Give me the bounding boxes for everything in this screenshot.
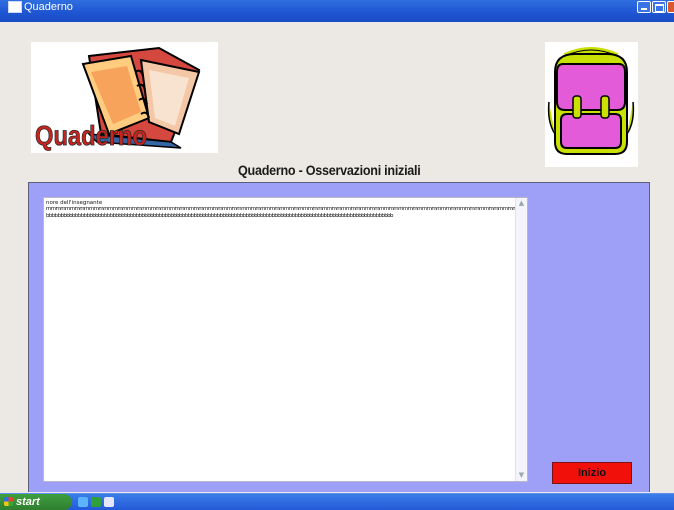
text-line: mmmmmmmmmmmmmmmmmmmmmmmmmmmmmmmmmmmmmmmm…: [46, 206, 527, 212]
vertical-scrollbar[interactable]: ▲ ▼: [515, 198, 527, 481]
close-button[interactable]: [667, 1, 674, 13]
notebook-clipart-icon: Quaderno: [35, 46, 201, 151]
windows-logo-icon: [4, 497, 13, 506]
quaderno-logo: Quaderno: [31, 42, 218, 153]
show-desktop-icon[interactable]: [104, 497, 114, 507]
scroll-down-icon[interactable]: ▼: [517, 471, 526, 480]
school-backpack-clipart-icon: [547, 47, 635, 155]
app-icon: [8, 1, 22, 13]
text-line: bbbbbbbbbbbbbbbbbbbbbbbbbbbbbbbbbbbbbbbb…: [46, 213, 394, 219]
backpack-logo: [545, 42, 638, 167]
start-label: start: [16, 496, 40, 508]
start-button[interactable]: start: [0, 494, 72, 510]
title-bar[interactable]: Quaderno: [0, 0, 674, 22]
page-title: Quaderno - Osservazioni iniziali: [238, 162, 421, 178]
minimize-button[interactable]: [637, 1, 651, 13]
logo-caption: Quaderno: [35, 120, 147, 151]
scroll-up-icon[interactable]: ▲: [517, 199, 526, 208]
media-player-icon[interactable]: [91, 497, 101, 507]
taskbar: start: [0, 493, 674, 510]
maximize-button[interactable]: [652, 1, 666, 13]
internet-explorer-icon[interactable]: [78, 497, 88, 507]
inizio-button[interactable]: Inizio: [552, 462, 632, 484]
observations-textarea[interactable]: nore dell'insegnante mmmmmmmmmmmmmmmmmmm…: [43, 197, 528, 482]
window-title: Quaderno: [24, 1, 73, 13]
